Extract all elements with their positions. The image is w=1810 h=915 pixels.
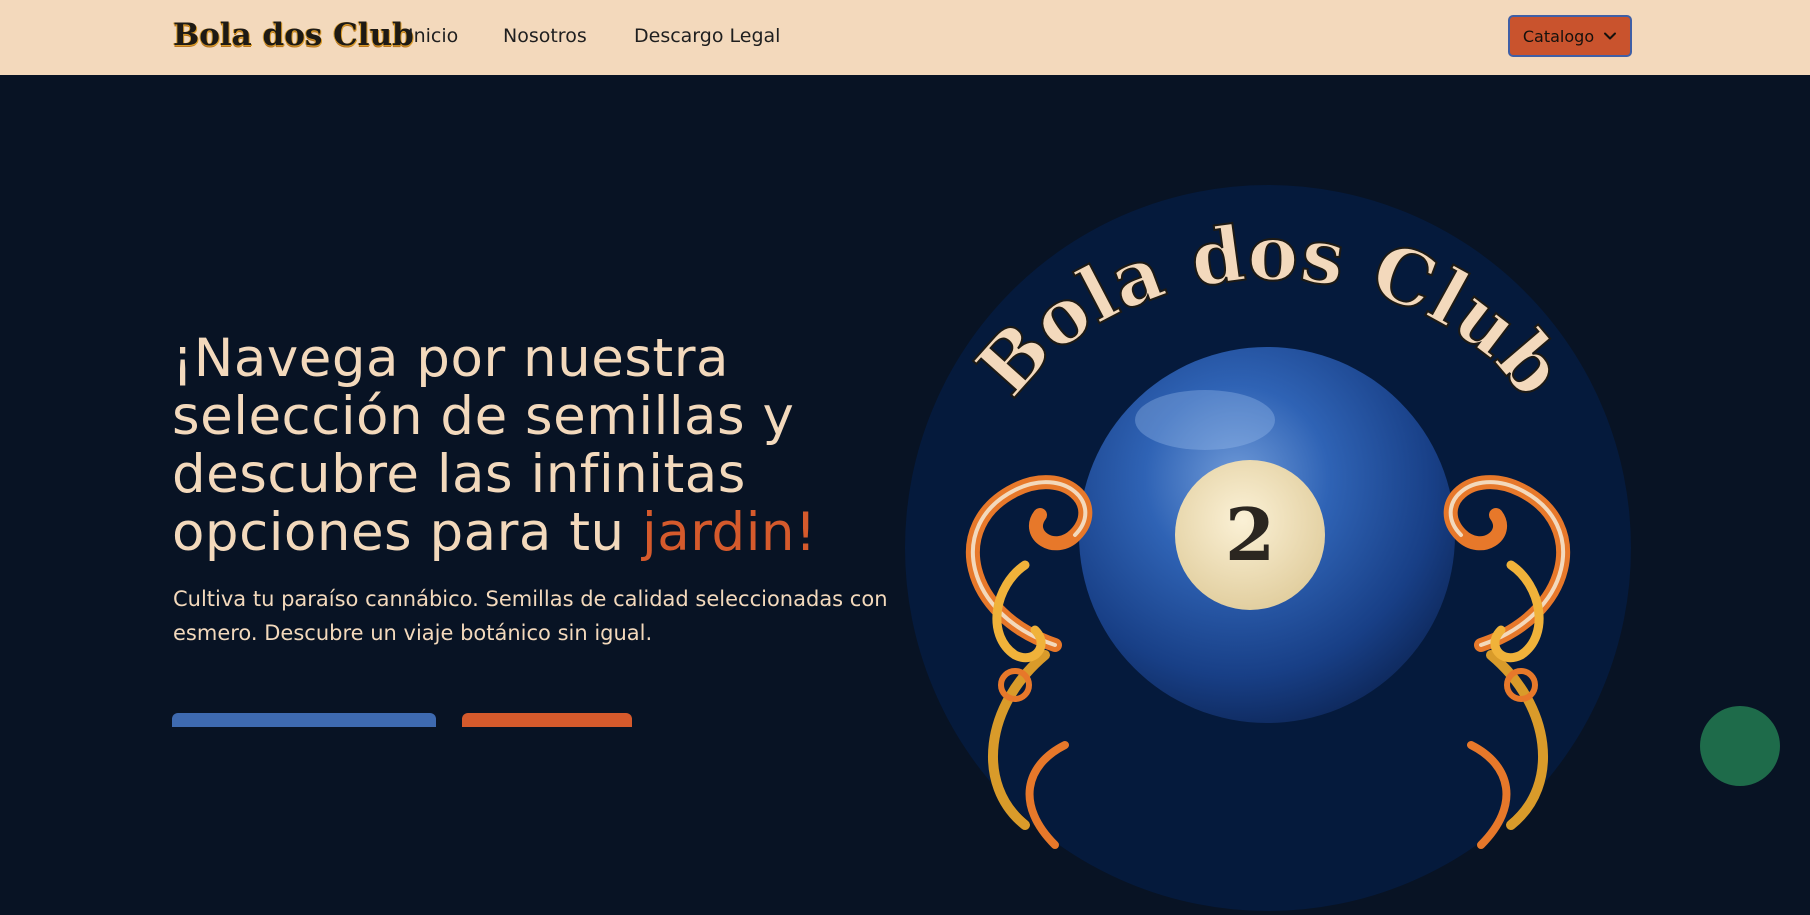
navbar: Bola dos Club Inicio Nosotros Descargo L…: [0, 0, 1810, 75]
nav-link-descargo-legal[interactable]: Descargo Legal: [634, 25, 780, 47]
catalog-dropdown-button[interactable]: Catalogo: [1508, 15, 1632, 57]
hero-subtitle: Cultiva tu paraíso cannábico. Semillas d…: [173, 587, 888, 645]
floating-action-button[interactable]: [1700, 706, 1780, 786]
catalog-button-label: Catalogo: [1522, 26, 1595, 46]
hero-primary-button[interactable]: [172, 713, 436, 727]
chevron-down-icon: [1604, 32, 1617, 40]
brand-logo-link[interactable]: Bola dos Club: [173, 17, 414, 53]
club-logo-emblem: Bola dos Club 2: [905, 185, 1631, 911]
nav-link-inicio[interactable]: Inicio: [408, 25, 458, 47]
nav-link-nosotros[interactable]: Nosotros: [503, 25, 587, 47]
club-logo-image: Bola dos Club 2: [905, 185, 1631, 911]
ball-number: 2: [1225, 492, 1275, 577]
hero-secondary-button[interactable]: [462, 713, 632, 727]
hero-title: ¡Navega por nuestra selección de semilla…: [172, 330, 872, 562]
hero-title-accent: jardin!: [641, 502, 817, 563]
